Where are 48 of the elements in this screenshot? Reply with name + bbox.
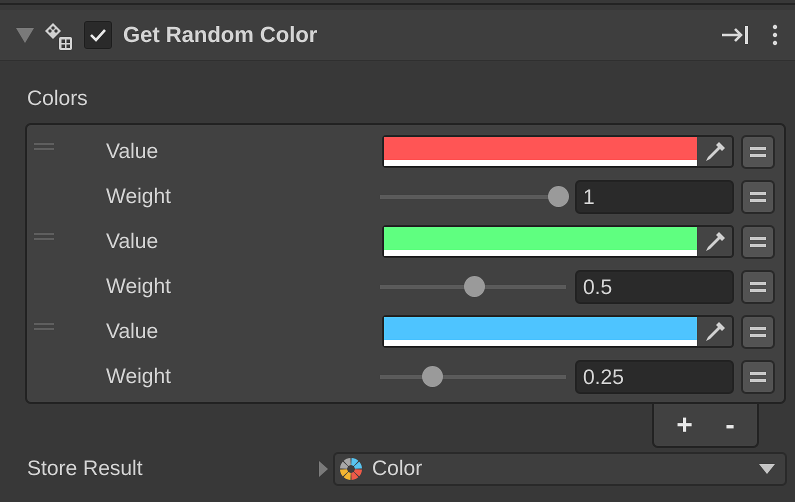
number-field[interactable]: 1 [575,180,734,214]
equals-icon [750,326,766,338]
field-label: Weight [106,184,172,208]
field-label: Value [106,140,160,164]
collapse-to-edge-icon[interactable] [721,24,751,46]
check-icon [88,27,108,43]
reorder-button[interactable] [741,134,775,168]
equals-icon [750,370,766,382]
field-label: Weight [106,274,172,298]
caret-icon [759,464,775,474]
remove-button[interactable]: - [719,411,741,439]
foldout-icon[interactable] [15,26,35,44]
more-options-icon[interactable] [771,24,779,46]
slider-thumb[interactable] [464,276,485,297]
reorder-button[interactable] [741,360,775,394]
type-dropdown[interactable]: Color [333,452,787,486]
equals-icon [750,236,766,248]
component-title: Get Random Color [123,22,318,48]
field-label: Value [106,320,160,344]
dice-icon[interactable] [44,22,74,52]
slider-thumb[interactable] [548,186,569,207]
field-label: Store Result [27,457,144,481]
add-button[interactable]: + [670,411,699,439]
field-label: Weight [106,364,172,388]
drag-handle-icon[interactable] [34,142,54,150]
slider-thumb[interactable] [422,366,443,387]
eyedropper-icon[interactable] [703,230,727,254]
number-field[interactable]: 0.25 [575,360,734,394]
reorder-button[interactable] [741,314,775,348]
list-label: Colors [27,87,89,112]
eyedropper-icon[interactable] [703,140,727,164]
eyedropper-icon[interactable] [703,320,727,344]
color-field[interactable] [382,315,734,348]
field-label: Value [106,230,160,254]
color-wheel-icon [339,457,363,481]
equals-icon [750,146,766,158]
equals-icon [750,280,766,292]
drag-handle-icon[interactable] [34,232,54,240]
drag-handle-icon[interactable] [34,322,54,330]
color-field[interactable] [382,225,734,258]
number-field[interactable]: 0.5 [575,270,734,304]
foldout-icon[interactable] [317,460,329,478]
reorder-button[interactable] [741,180,775,214]
reorder-button[interactable] [741,270,775,304]
enabled-checkbox[interactable] [84,21,112,49]
color-field[interactable] [382,135,734,168]
reorder-button[interactable] [741,224,775,258]
equals-icon [750,190,766,202]
